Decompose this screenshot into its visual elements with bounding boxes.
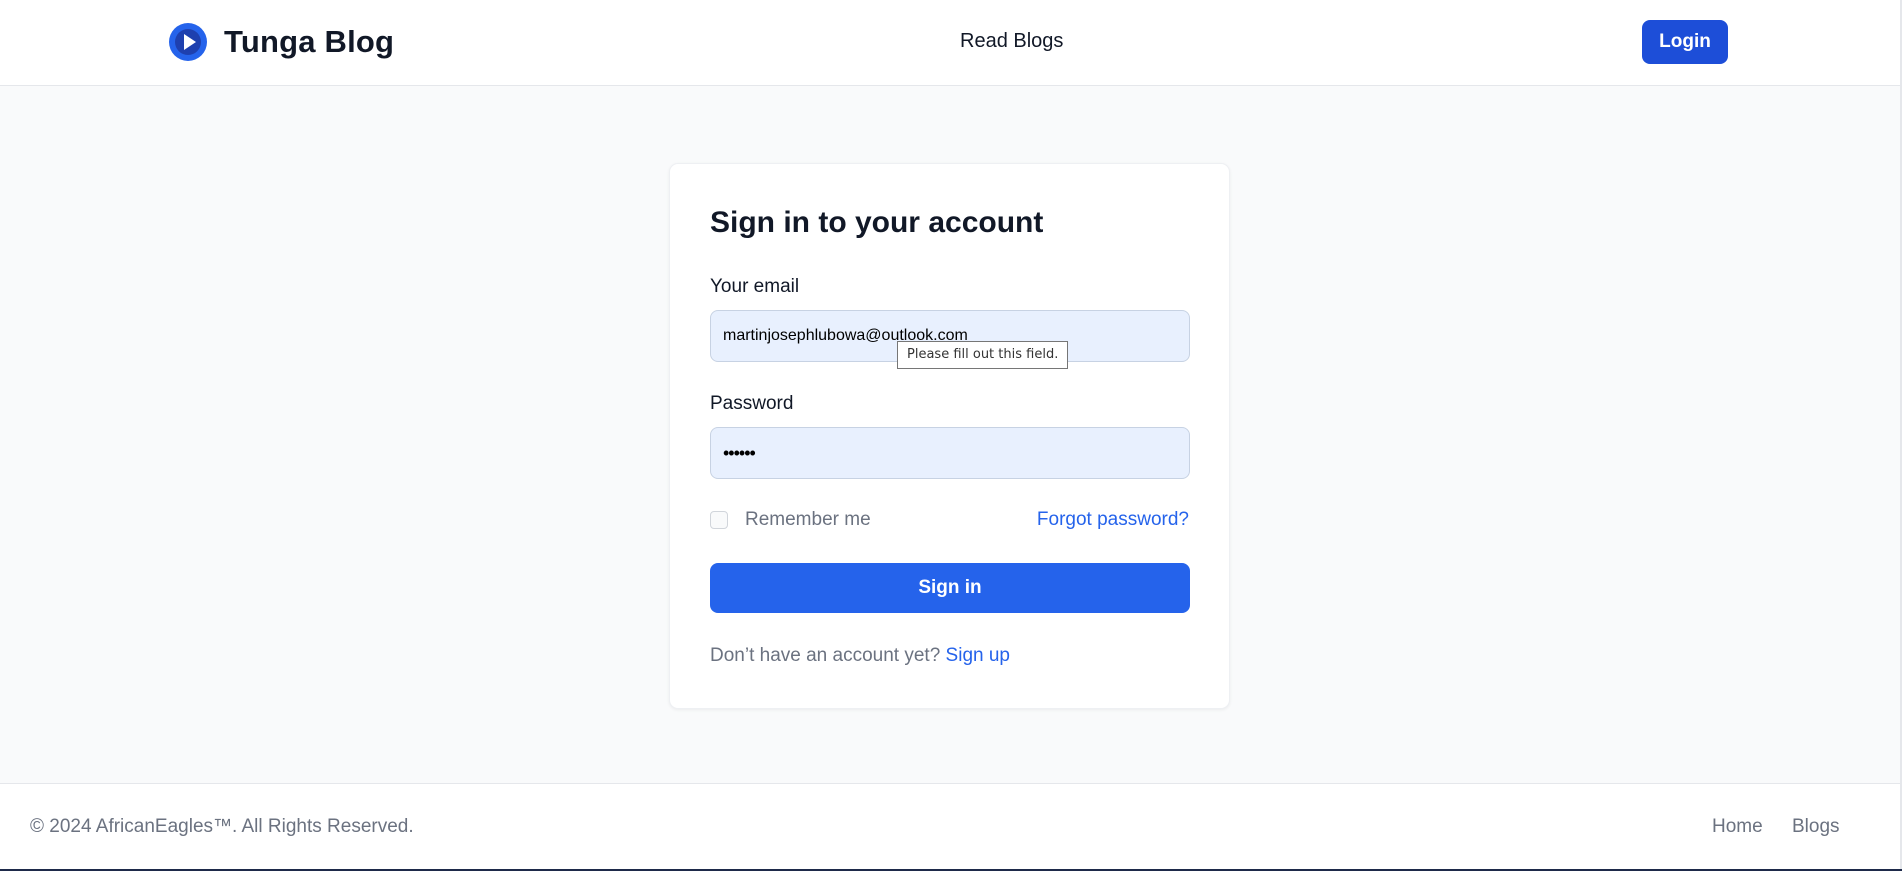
signin-button[interactable]: Sign in — [710, 563, 1190, 613]
site-header: Tunga Blog Read Blogs Login — [0, 0, 1900, 86]
remember-me-checkbox[interactable] — [710, 511, 728, 529]
forgot-password-link[interactable]: Forgot password? — [1037, 509, 1189, 531]
signup-link[interactable]: Sign up — [946, 645, 1010, 666]
remember-me-row: Remember me — [710, 509, 871, 531]
no-account-text: Don’t have an account yet? — [710, 645, 941, 666]
brand-name: Tunga Blog — [224, 24, 395, 59]
signup-row: Don’t have an account yet? Sign up — [710, 645, 1010, 667]
signin-title: Sign in to your account — [710, 206, 1044, 239]
footer-link-blogs[interactable]: Blogs — [1792, 816, 1840, 838]
password-field[interactable] — [710, 427, 1190, 479]
password-label: Password — [710, 393, 794, 414]
nav-read-blogs[interactable]: Read Blogs — [960, 30, 1063, 53]
brand-link[interactable]: Tunga Blog — [168, 22, 394, 62]
page: Tunga Blog Read Blogs Login Sign in to y… — [0, 0, 1902, 871]
play-circle-icon — [169, 23, 207, 61]
signin-card: Sign in to your account Your email Pleas… — [669, 163, 1230, 709]
validation-tooltip: Please fill out this field. — [897, 341, 1069, 369]
email-label: Your email — [710, 276, 800, 297]
footer-link-home[interactable]: Home — [1712, 816, 1763, 838]
login-button[interactable]: Login — [1642, 20, 1728, 64]
site-footer: © 2024 AfricanEagles™. All Rights Reserv… — [0, 783, 1900, 870]
copyright-text: © 2024 AfricanEagles™. All Rights Reserv… — [30, 816, 414, 837]
remember-me-label[interactable]: Remember me — [745, 509, 871, 531]
